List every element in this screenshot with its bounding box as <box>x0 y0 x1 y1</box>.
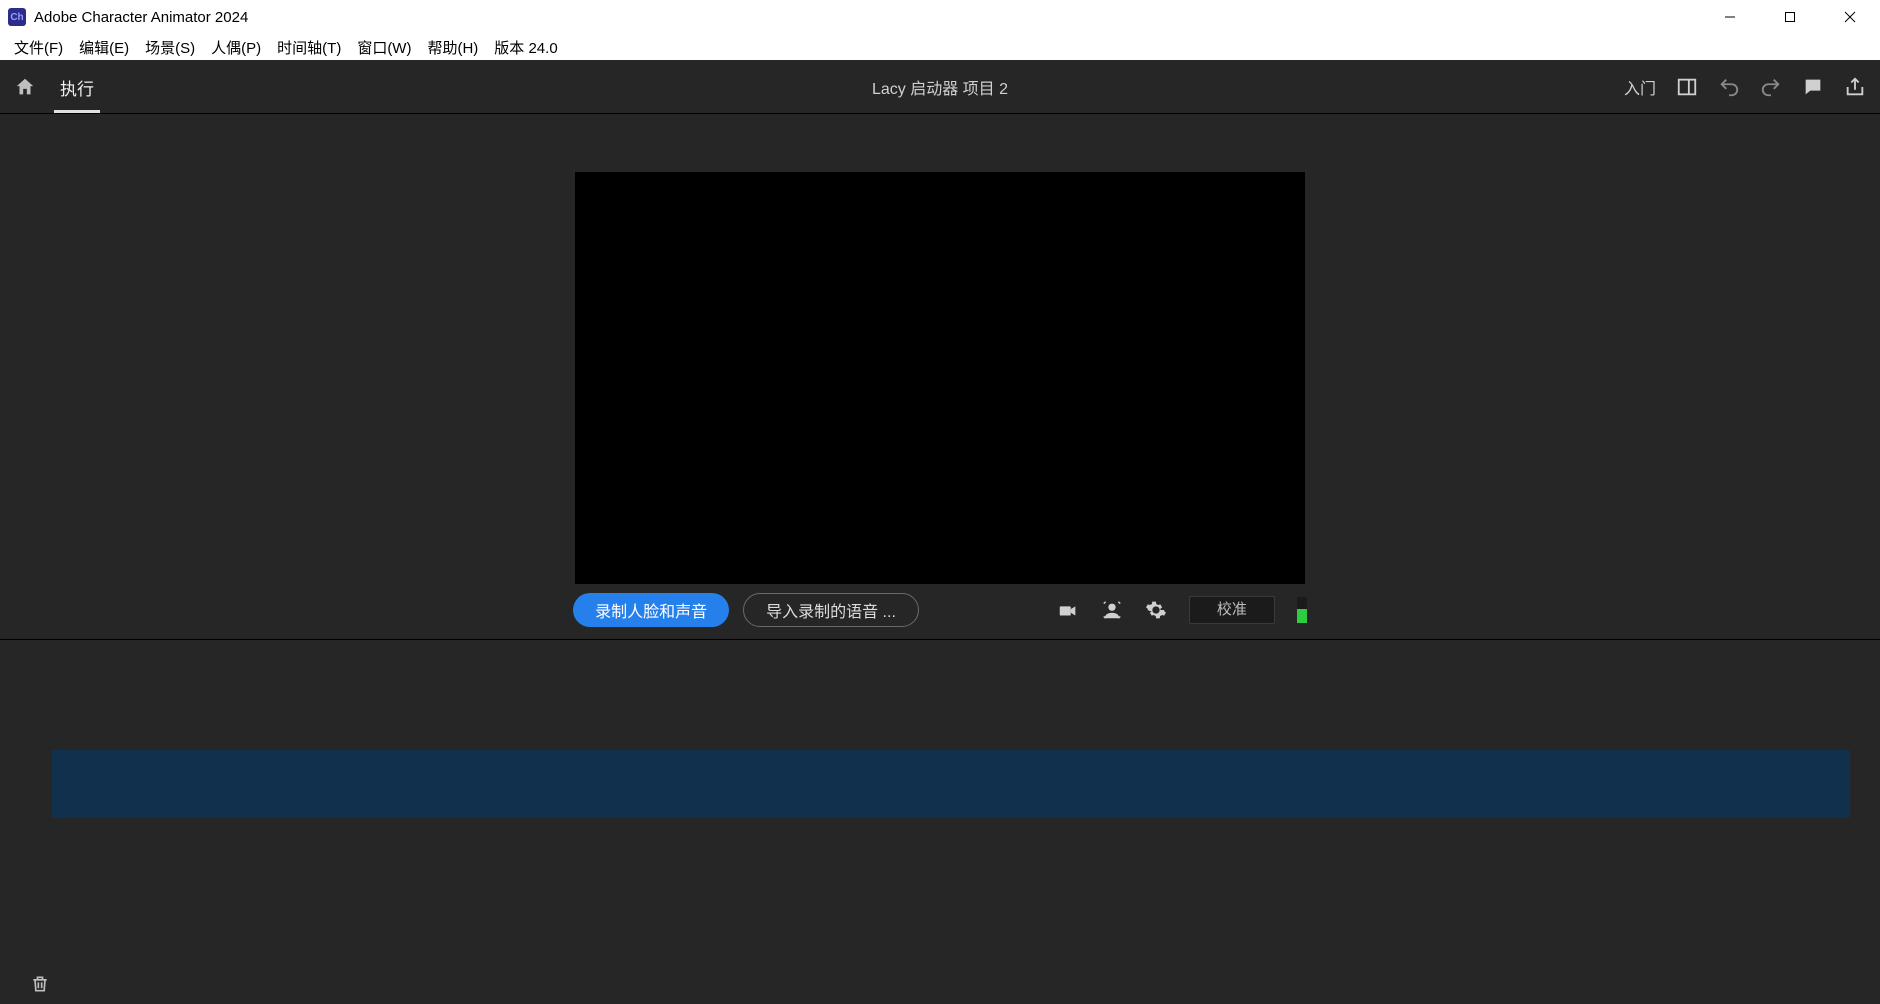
import-audio-button[interactable]: 导入录制的语音 ... <box>743 593 919 627</box>
menu-help[interactable]: 帮助(H) <box>419 35 486 60</box>
home-icon[interactable] <box>14 76 36 98</box>
menubar: 文件(F) 编辑(E) 场景(S) 人偶(P) 时间轴(T) 窗口(W) 帮助(… <box>0 34 1880 60</box>
timeline-track[interactable] <box>52 750 1850 818</box>
workspace-layout-icon[interactable] <box>1676 76 1698 98</box>
app-icon: Ch <box>8 8 26 26</box>
timeline-panel[interactable] <box>0 640 1880 968</box>
face-tracking-icon[interactable] <box>1101 599 1123 621</box>
share-icon[interactable] <box>1844 76 1866 98</box>
menu-scene[interactable]: 场景(S) <box>137 35 203 60</box>
undo-icon[interactable] <box>1718 76 1740 98</box>
project-title: Lacy 启动器 项目 2 <box>872 75 1008 99</box>
camera-input-icon[interactable] <box>1057 599 1079 621</box>
stage-area: 录制人脸和声音 导入录制的语音 ... 校准 <box>0 114 1880 640</box>
maximize-button[interactable] <box>1760 0 1820 34</box>
window-titlebar: Ch Adobe Character Animator 2024 <box>0 0 1880 34</box>
menu-window[interactable]: 窗口(W) <box>349 35 419 60</box>
camera-stage <box>575 172 1305 584</box>
menu-puppet[interactable]: 人偶(P) <box>203 35 269 60</box>
close-button[interactable] <box>1820 0 1880 34</box>
getting-started-link[interactable]: 入门 <box>1624 75 1656 99</box>
comment-icon[interactable] <box>1802 76 1824 98</box>
footer-bar <box>0 968 1880 1004</box>
record-controls: 录制人脸和声音 导入录制的语音 ... 校准 <box>0 584 1880 640</box>
record-face-voice-button[interactable]: 录制人脸和声音 <box>573 593 729 627</box>
menu-file[interactable]: 文件(F) <box>6 35 71 60</box>
window-title: Adobe Character Animator 2024 <box>34 9 248 26</box>
menu-version: 版本 24.0 <box>486 35 565 60</box>
audio-level-meter <box>1297 597 1307 623</box>
minimize-button[interactable] <box>1700 0 1760 34</box>
redo-icon[interactable] <box>1760 76 1782 98</box>
menu-timeline[interactable]: 时间轴(T) <box>269 35 349 60</box>
tab-perform[interactable]: 执行 <box>54 61 100 113</box>
settings-gear-icon[interactable] <box>1145 599 1167 621</box>
workspace-toolbar: 执行 Lacy 启动器 项目 2 入门 <box>0 60 1880 114</box>
calibrate-button[interactable]: 校准 <box>1189 596 1275 624</box>
trash-icon[interactable] <box>30 973 50 1000</box>
window-controls <box>1700 0 1880 34</box>
menu-edit[interactable]: 编辑(E) <box>71 35 137 60</box>
